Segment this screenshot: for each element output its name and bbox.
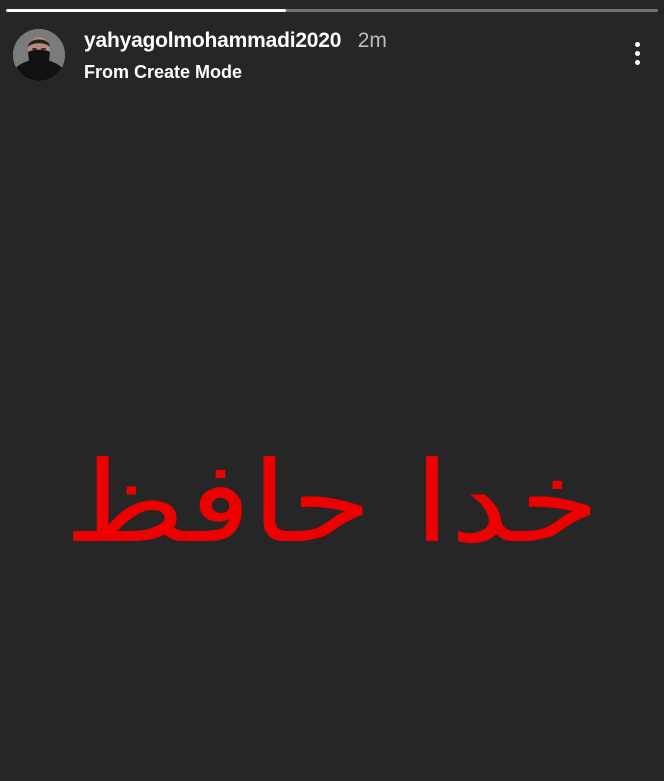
vertical-ellipsis-icon bbox=[635, 51, 640, 56]
vertical-ellipsis-icon bbox=[635, 60, 640, 65]
story-progress-fill bbox=[6, 9, 287, 12]
profile-photo bbox=[13, 29, 65, 81]
story-header: yahyagolmohammadi2020 2m From Create Mod… bbox=[13, 29, 651, 85]
username-row: yahyagolmohammadi2020 2m bbox=[84, 29, 544, 55]
story-caption: خدا حافظ bbox=[64, 438, 600, 568]
username[interactable]: yahyagolmohammadi2020 bbox=[84, 29, 341, 52]
vertical-ellipsis-icon bbox=[635, 42, 640, 47]
user-info: yahyagolmohammadi2020 2m From Create Mod… bbox=[84, 29, 544, 83]
story-progress-bar bbox=[6, 9, 658, 12]
avatar[interactable] bbox=[13, 29, 65, 81]
more-options-button[interactable] bbox=[623, 37, 651, 69]
story-view[interactable]: yahyagolmohammadi2020 2m From Create Mod… bbox=[0, 0, 664, 781]
story-source-label: From Create Mode bbox=[84, 62, 243, 82]
story-time: 2m bbox=[357, 29, 387, 52]
